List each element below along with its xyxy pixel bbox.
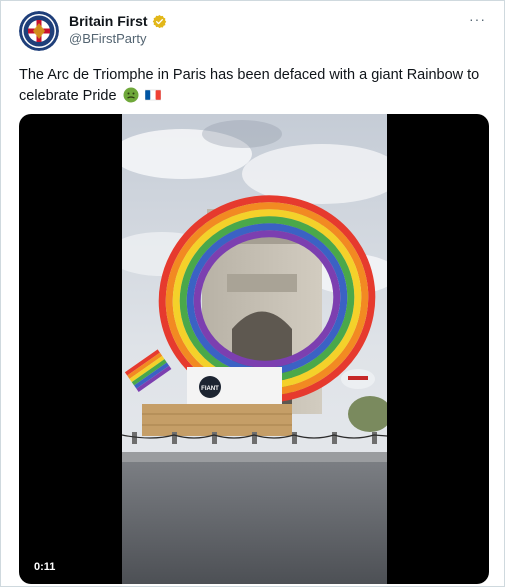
tweet-text-line1: The Arc de Triomphe in Paris has been de… xyxy=(19,67,480,83)
video-duration-badge: 0:11 xyxy=(29,558,61,576)
sign-label: FIANT xyxy=(201,386,219,392)
france-flag-emoji-icon xyxy=(144,87,161,103)
tweet-text-line2: celebrate Pride xyxy=(19,88,117,104)
author-handle[interactable]: @BFirstParty xyxy=(69,31,146,46)
tweet-card: Britain First @BFirstParty ··· The Arc d… xyxy=(0,0,505,587)
video-frame-arc-rainbow: FIANT xyxy=(122,114,387,584)
author-display-name[interactable]: Britain First xyxy=(69,13,148,29)
verified-badge-icon xyxy=(152,14,167,29)
avatar[interactable] xyxy=(19,11,59,51)
video-player[interactable]: FIANT 0:11 xyxy=(19,114,489,584)
more-options-icon[interactable]: ··· xyxy=(469,11,486,27)
nauseated-face-emoji-icon xyxy=(123,87,139,103)
tweet-text: The Arc de Triomphe in Paris has been de… xyxy=(19,65,489,107)
author-name-row: Britain First xyxy=(69,13,167,29)
party-logo-avatar-icon xyxy=(19,11,59,51)
